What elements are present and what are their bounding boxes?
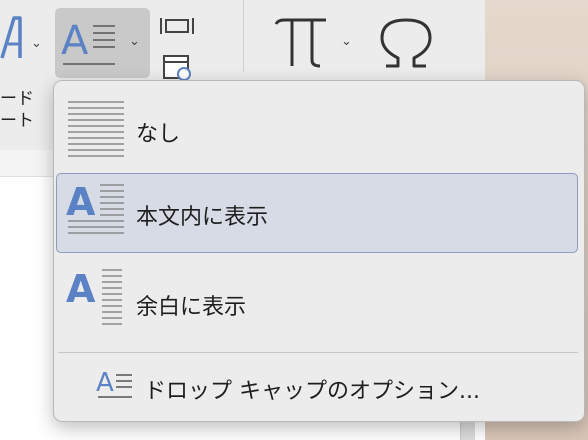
- ribbon-divider: [243, 0, 244, 72]
- dropcap-dropdown-menu: なし A 本文内に表示 A 余白に表示 A ドロップ キャップのオプション...: [53, 80, 585, 422]
- menu-item-none[interactable]: なし: [54, 86, 584, 166]
- dropcap-in-margin-icon: A: [66, 267, 122, 325]
- header-footer-icon[interactable]: [160, 16, 194, 36]
- dropcap-button[interactable]: A ⌄: [55, 8, 150, 78]
- menu-item-none-label: なし: [136, 122, 181, 147]
- menu-item-in-text[interactable]: A 本文内に表示: [54, 169, 584, 253]
- omega-icon[interactable]: [378, 14, 434, 72]
- menu-separator: [58, 352, 578, 353]
- wordart-chevron-down-icon[interactable]: ⌄: [31, 36, 42, 51]
- textbox-label-line2: ート: [0, 111, 34, 131]
- pi-icon[interactable]: [272, 14, 332, 72]
- menu-item-in-text-label: 本文内に表示: [136, 205, 269, 230]
- dropcap-icon: A: [61, 18, 115, 65]
- menu-item-dropcap-options-label: ドロップ キャップのオプション...: [144, 379, 480, 404]
- menu-item-dropcap-options[interactable]: A ドロップ キャップのオプション...: [54, 359, 584, 415]
- wordart-icon[interactable]: [0, 10, 24, 70]
- dropcap-none-icon: [68, 101, 124, 157]
- dropcap-chevron-down-icon: ⌄: [129, 34, 140, 49]
- dropcap-options-icon: A: [96, 368, 132, 398]
- date-time-icon[interactable]: [162, 52, 192, 80]
- equation-chevron-down-icon[interactable]: ⌄: [341, 34, 352, 49]
- svg-text:A: A: [66, 267, 96, 311]
- svg-text:A: A: [66, 180, 96, 224]
- dropcap-in-text-icon: A: [66, 180, 124, 234]
- svg-text:A: A: [61, 18, 89, 64]
- svg-text:A: A: [96, 368, 114, 398]
- textbox-label-line1: ード: [0, 89, 34, 109]
- menu-item-in-margin[interactable]: A 余白に表示: [54, 256, 584, 336]
- menu-item-in-margin-label: 余白に表示: [136, 295, 247, 320]
- selection-highlight: [56, 173, 578, 253]
